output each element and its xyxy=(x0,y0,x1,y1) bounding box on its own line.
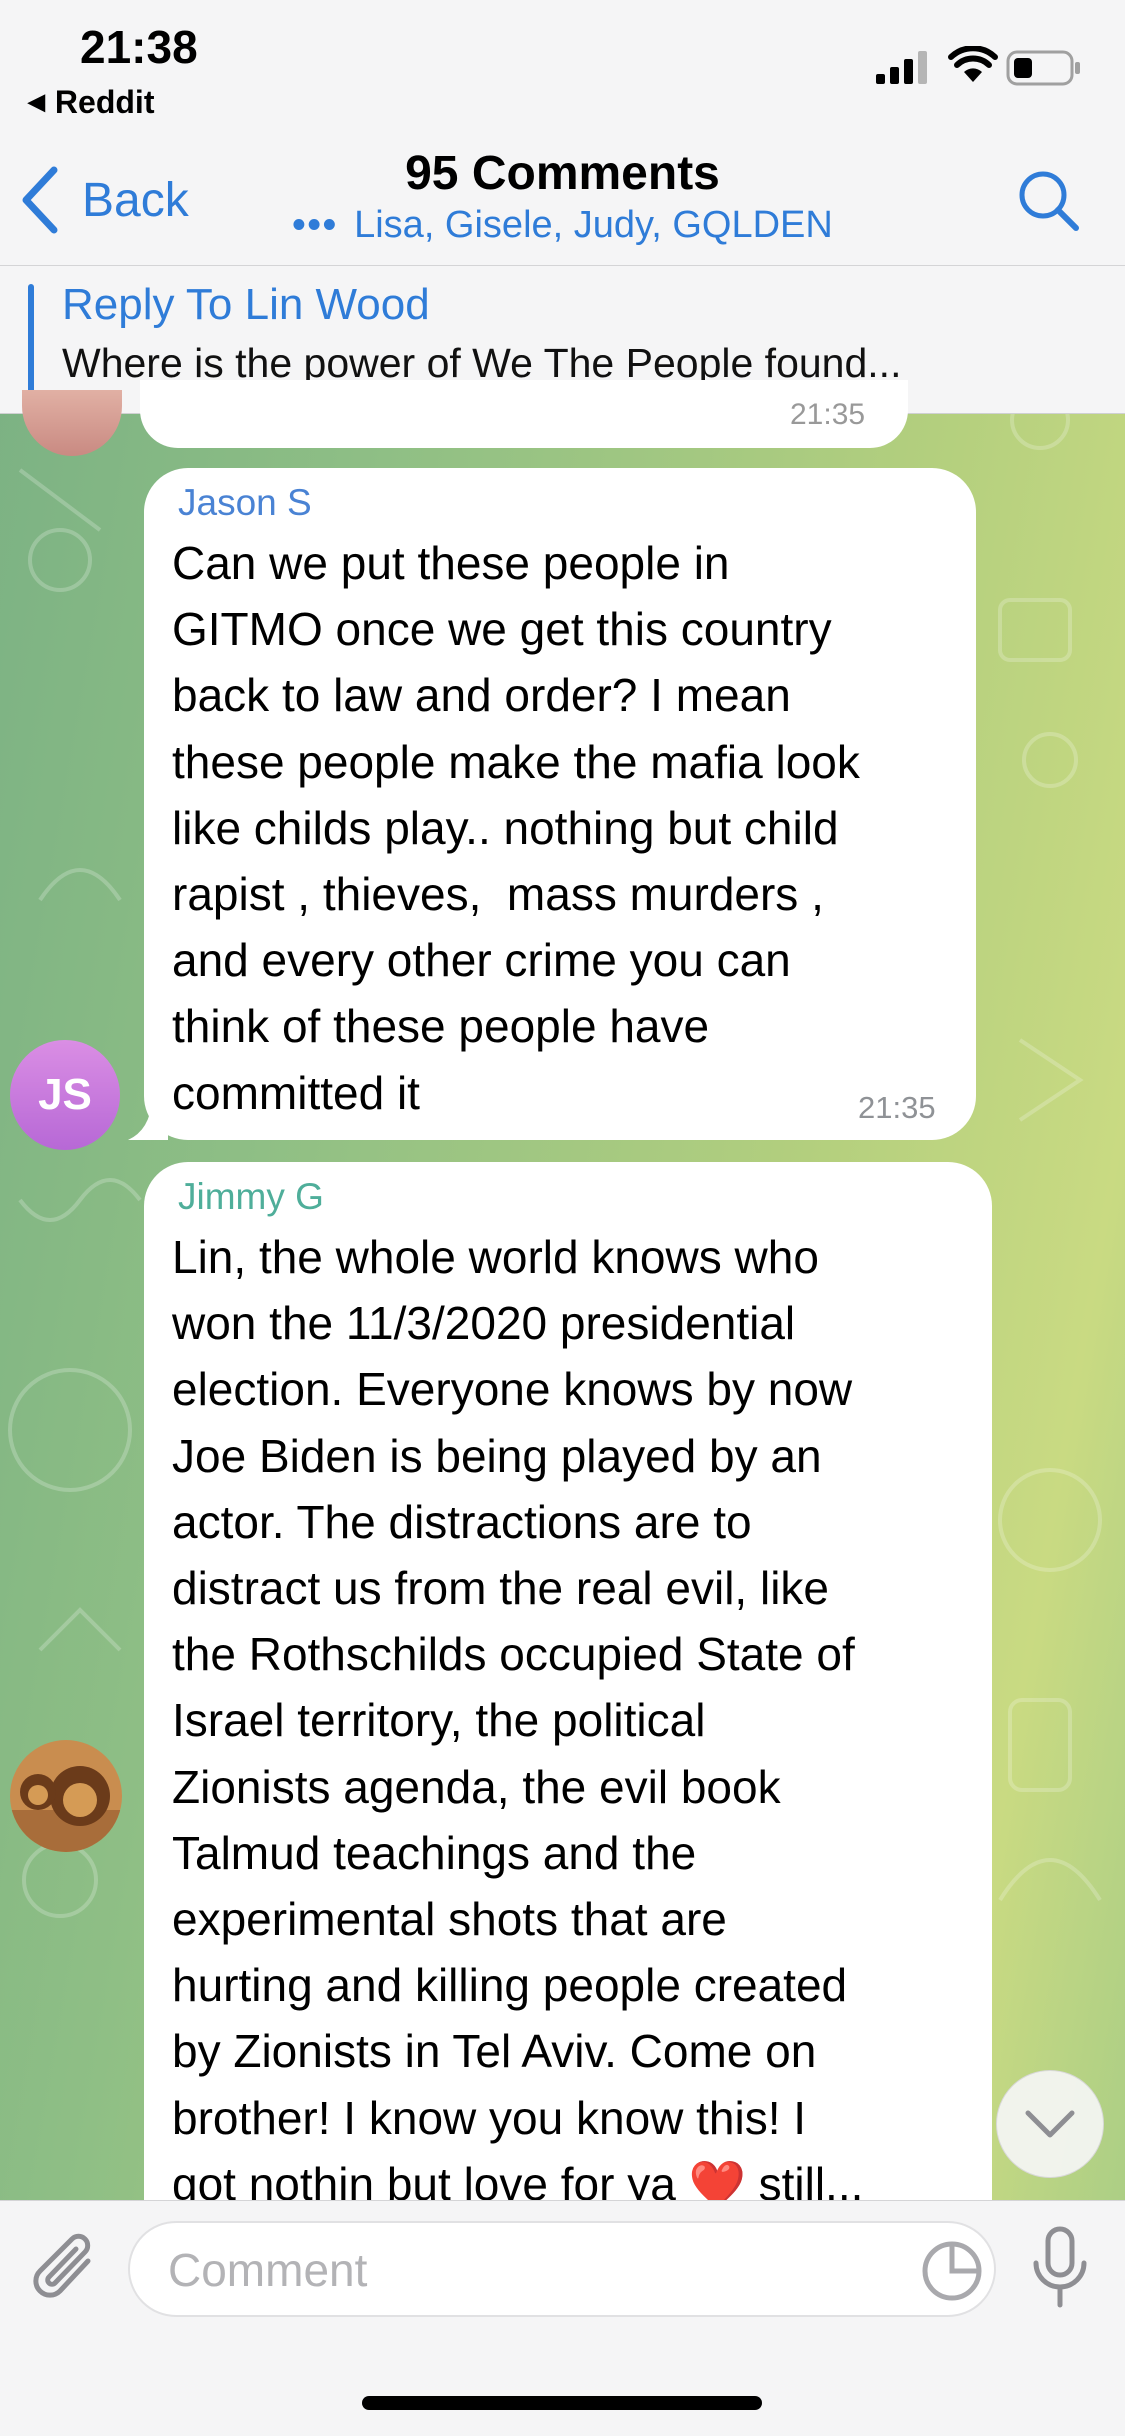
message-line: Joe Biden is being played by an xyxy=(172,1429,822,1482)
message-line: committed it xyxy=(172,1066,420,1119)
home-indicator xyxy=(362,2396,762,2410)
typing-names: Lisa, Gisele, Judy, GQLDEN xyxy=(354,204,833,246)
reply-accent-bar xyxy=(28,284,34,396)
typing-indicator: ••• Lisa, Gisele, Judy, GQLDEN xyxy=(0,204,1125,247)
message-line: Talmud teachings and the xyxy=(172,1826,697,1879)
message-time: 21:35 xyxy=(790,398,866,431)
chevron-down-icon xyxy=(1025,2110,1075,2138)
message-line: Israel territory, the political xyxy=(172,1694,706,1747)
message-line: the Rothschilds occupied State of xyxy=(172,1628,855,1681)
back-triangle-icon: ◀ xyxy=(28,89,45,114)
comment-input[interactable] xyxy=(168,2239,868,2301)
search-icon[interactable] xyxy=(1016,168,1080,232)
avatar[interactable] xyxy=(10,1740,122,1852)
typing-dots-icon: ••• xyxy=(292,204,339,246)
back-to-app-label: Reddit xyxy=(54,84,155,120)
message-time: 21:35 xyxy=(858,1090,936,1125)
lion-photo xyxy=(10,1740,122,1852)
message-text: Can we put these people in GITMO once we … xyxy=(172,530,860,1126)
message-sender[interactable]: Jimmy G xyxy=(178,1176,324,1218)
message-line: think of these people have xyxy=(172,1000,710,1053)
status-bar: 21:38 ◀ Reddit xyxy=(0,0,1125,140)
paperclip-icon[interactable] xyxy=(30,2231,102,2309)
comment-field[interactable] xyxy=(128,2221,996,2317)
nav-bar: Back 95 Comments ••• Lisa, Gisele, Judy, … xyxy=(0,140,1125,266)
page-title: 95 Comments xyxy=(405,147,720,200)
message-sender[interactable]: Jason S xyxy=(178,482,312,524)
message-line: back to law and order? I mean xyxy=(172,669,791,722)
bubble-tail xyxy=(128,1100,168,1140)
message-line: by Zionists in Tel Aviv. Come on xyxy=(172,2025,817,2078)
message-line: Zionists agenda, the evil book xyxy=(172,1760,781,1813)
message-line: experimental shots that are xyxy=(172,1893,727,1946)
battery-icon xyxy=(1006,50,1080,86)
message-line: GITMO once we get this country xyxy=(172,603,832,656)
message-bubble[interactable]: Jason S Can we put these people in GITMO … xyxy=(144,468,976,1140)
message-line: actor. The distractions are to xyxy=(172,1495,752,1548)
status-time: 21:38 xyxy=(80,21,198,73)
message-text: Lin, the whole world knows who won the 11… xyxy=(172,1224,863,2217)
message-line: and every other crime you can xyxy=(172,934,791,987)
message-line: Can we put these people in xyxy=(172,537,730,589)
scroll-to-bottom-button[interactable] xyxy=(996,2070,1104,2178)
message-line: distract us from the real evil, like xyxy=(172,1562,830,1615)
message-line: like childs play.. nothing but child xyxy=(172,801,839,854)
sticker-icon[interactable] xyxy=(920,2239,984,2303)
back-to-app-link[interactable]: ◀ Reddit xyxy=(28,84,154,121)
avatar[interactable]: JS xyxy=(10,1040,120,1150)
microphone-icon[interactable] xyxy=(1030,2225,1090,2311)
message-line: Lin, the whole world knows who xyxy=(172,1231,819,1283)
message-line: election. Everyone knows by now xyxy=(172,1363,853,1416)
message-line: won the 11/3/2020 presidential xyxy=(172,1297,796,1350)
wifi-icon xyxy=(948,46,998,82)
message-line: brother! I know you know this! I xyxy=(172,2091,807,2144)
cellular-signal-icon xyxy=(876,51,927,84)
message-line: these people make the mafia look xyxy=(172,735,860,788)
message-line: rapist , thieves, mass murders , xyxy=(172,868,824,921)
reply-title: Reply To Lin Wood xyxy=(62,280,430,329)
message-line: hurting and killing people created xyxy=(172,1959,848,2012)
